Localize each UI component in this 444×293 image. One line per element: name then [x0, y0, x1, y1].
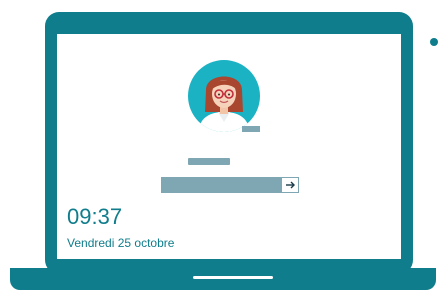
username-placeholder	[188, 158, 230, 165]
lock-screen-illustration: 09:37 Vendredi 25 octobre	[0, 0, 444, 293]
arrow-right-icon	[285, 181, 295, 189]
laptop-base-notch	[193, 276, 273, 279]
laptop-base	[10, 268, 436, 290]
user-avatar-icon	[188, 60, 260, 132]
lock-screen-date: Vendredi 25 octobre	[67, 236, 175, 250]
submit-button[interactable]	[281, 177, 299, 193]
decorative-dot	[430, 38, 438, 46]
password-input[interactable]	[161, 177, 299, 193]
lock-screen-time: 09:37	[67, 204, 123, 229]
laptop-lid	[45, 12, 413, 274]
